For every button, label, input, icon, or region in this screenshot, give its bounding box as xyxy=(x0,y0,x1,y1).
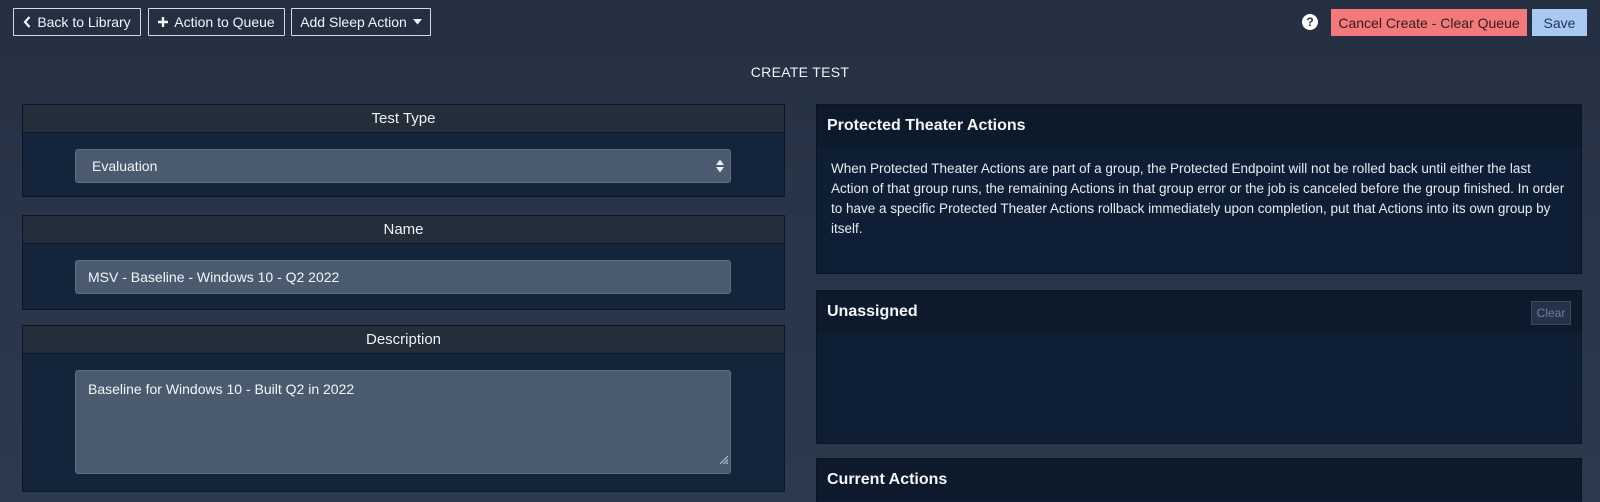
unassigned-panel: Unassigned Clear xyxy=(816,290,1582,444)
question-circle-icon[interactable]: ? xyxy=(1302,14,1318,30)
unassigned-title: Unassigned xyxy=(817,291,1581,333)
test-type-select[interactable]: Evaluation xyxy=(75,149,731,183)
action-to-queue-button[interactable]: Action to Queue xyxy=(148,8,285,36)
name-input[interactable] xyxy=(75,260,731,294)
save-button[interactable]: Save xyxy=(1532,9,1587,36)
protected-theater-actions-text: When Protected Theater Actions are part … xyxy=(831,161,1565,236)
description-header: Description xyxy=(23,326,784,354)
test-type-header: Test Type xyxy=(23,105,784,133)
current-actions-title: Current Actions xyxy=(817,459,1581,501)
current-actions-panel: Current Actions xyxy=(816,458,1582,502)
sort-arrows-icon xyxy=(716,159,724,176)
resize-grip-icon[interactable] xyxy=(719,451,729,469)
test-type-panel: Test Type Evaluation xyxy=(22,104,785,197)
description-panel: Description Baseline for Windows 10 - Bu… xyxy=(22,325,785,492)
add-sleep-action-label: Add Sleep Action xyxy=(300,14,407,30)
toolbar: Back to Library Action to Queue Add Slee… xyxy=(13,8,1587,36)
caret-down-icon xyxy=(412,19,422,25)
back-to-library-button[interactable]: Back to Library xyxy=(13,8,141,36)
description-textarea[interactable]: Baseline for Windows 10 - Built Q2 in 20… xyxy=(75,370,731,474)
test-type-selected-value: Evaluation xyxy=(92,158,158,174)
protected-theater-actions-title: Protected Theater Actions xyxy=(817,105,1581,147)
name-header: Name xyxy=(23,216,784,244)
action-to-queue-label: Action to Queue xyxy=(174,14,275,30)
plus-icon xyxy=(158,17,169,27)
back-to-library-label: Back to Library xyxy=(37,14,131,30)
add-sleep-action-dropdown[interactable]: Add Sleep Action xyxy=(291,8,431,36)
chevron-left-icon xyxy=(23,16,31,28)
page-title: CREATE TEST xyxy=(750,64,850,80)
name-panel: Name xyxy=(22,215,785,310)
protected-theater-actions-panel: Protected Theater Actions When Protected… xyxy=(816,104,1582,274)
clear-button[interactable]: Clear xyxy=(1531,301,1571,325)
cancel-create-button[interactable]: Cancel Create - Clear Queue xyxy=(1331,9,1527,36)
